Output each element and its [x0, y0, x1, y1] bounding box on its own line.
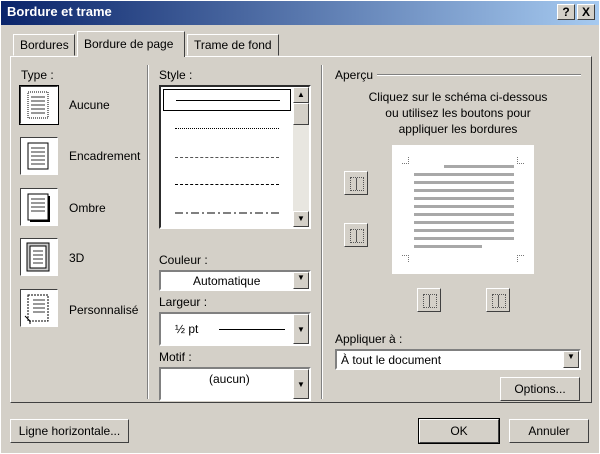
- encadrement-icon: [27, 142, 49, 170]
- type-aucune-label: Aucune: [69, 98, 110, 112]
- aucune-icon: [27, 91, 49, 119]
- border-top-icon: [350, 177, 364, 191]
- apercu-instructions: Cliquez sur le schéma ci-dessous ou util…: [368, 90, 548, 136]
- type-aucune-button[interactable]: [19, 85, 59, 125]
- chevron-down-icon[interactable]: ▼: [563, 351, 579, 368]
- chevron-down-icon[interactable]: ▼: [293, 369, 309, 399]
- scroll-up-button[interactable]: ▲: [293, 87, 309, 103]
- appliquer-label: Appliquer à :: [335, 332, 403, 346]
- top-border-button[interactable]: [344, 171, 368, 195]
- dialog-window: Bordure et trame ? X Bordures Bordure de…: [0, 0, 600, 454]
- left-border-button[interactable]: [417, 288, 441, 312]
- apercu-heading: Aperçu: [335, 68, 374, 82]
- type-personnalise-label: Personnalisé: [69, 303, 139, 317]
- style-fine-dashed-item[interactable]: [175, 157, 279, 158]
- border-preview[interactable]: [392, 145, 534, 274]
- 3d-icon: [26, 242, 50, 272]
- type-encadrement-label: Encadrement: [69, 149, 141, 163]
- help-button[interactable]: ?: [557, 4, 575, 20]
- separator-right: [321, 65, 323, 399]
- chevron-down-icon[interactable]: ▼: [293, 314, 309, 344]
- type-ombre-label: Ombre: [69, 201, 106, 215]
- annuler-button[interactable]: Annuler: [509, 419, 589, 443]
- style-listbox[interactable]: ▲ ▼: [159, 85, 311, 229]
- options-button[interactable]: Options...: [500, 377, 580, 401]
- style-dashed-item[interactable]: [175, 184, 279, 185]
- largeur-label: Largeur :: [159, 295, 208, 309]
- couleur-dropdown[interactable]: Automatique ▼: [159, 270, 311, 291]
- motif-label: Motif :: [159, 350, 192, 364]
- tab-bordure-de-page[interactable]: Bordure de page: [77, 31, 185, 57]
- style-scrollbar[interactable]: ▲ ▼: [293, 87, 309, 227]
- type-3d-label: 3D: [69, 251, 85, 265]
- type-personnalise-button[interactable]: [20, 289, 58, 327]
- separator-left: [147, 65, 149, 399]
- scroll-down-button[interactable]: ▼: [293, 211, 309, 227]
- tab-trame-de-fond[interactable]: Trame de fond: [187, 34, 279, 56]
- right-border-button[interactable]: [486, 288, 510, 312]
- motif-value: (aucun): [209, 372, 250, 386]
- largeur-value: ½ pt: [175, 322, 199, 336]
- largeur-line-preview: [219, 329, 285, 330]
- type-ombre-button[interactable]: [20, 188, 58, 226]
- couleur-label: Couleur :: [159, 253, 208, 267]
- appliquer-value: À tout le document: [341, 353, 442, 367]
- type-3d-button[interactable]: [20, 238, 58, 276]
- border-bottom-icon: [350, 229, 364, 243]
- border-left-icon: [423, 294, 437, 308]
- couleur-value: Automatique: [193, 274, 261, 288]
- style-dash-dot-item[interactable]: [175, 211, 285, 215]
- close-button[interactable]: X: [577, 4, 595, 20]
- personnalise-icon: [24, 294, 49, 324]
- style-heading: Style :: [159, 68, 193, 82]
- ok-button[interactable]: OK: [418, 418, 500, 444]
- chevron-down-icon[interactable]: ▼: [293, 272, 309, 289]
- ligne-horizontale-button[interactable]: Ligne horizontale...: [10, 419, 129, 443]
- ombre-icon: [27, 193, 50, 222]
- style-selected-item[interactable]: [163, 89, 291, 111]
- window-title: Bordure et trame: [7, 4, 112, 19]
- style-dotted-item[interactable]: [175, 128, 279, 129]
- type-heading: Type :: [21, 68, 54, 82]
- title-bar: Bordure et trame ? X: [1, 1, 599, 25]
- motif-dropdown[interactable]: (aucun) ▼: [159, 367, 311, 401]
- type-encadrement-button[interactable]: [20, 137, 58, 175]
- largeur-dropdown[interactable]: ½ pt ▼: [159, 312, 311, 346]
- apercu-divider: [377, 74, 581, 76]
- bottom-border-button[interactable]: [344, 223, 368, 247]
- scroll-thumb[interactable]: [293, 103, 309, 125]
- border-right-icon: [492, 294, 506, 308]
- appliquer-dropdown[interactable]: À tout le document ▼: [335, 349, 581, 370]
- tab-bordures[interactable]: Bordures: [13, 34, 75, 56]
